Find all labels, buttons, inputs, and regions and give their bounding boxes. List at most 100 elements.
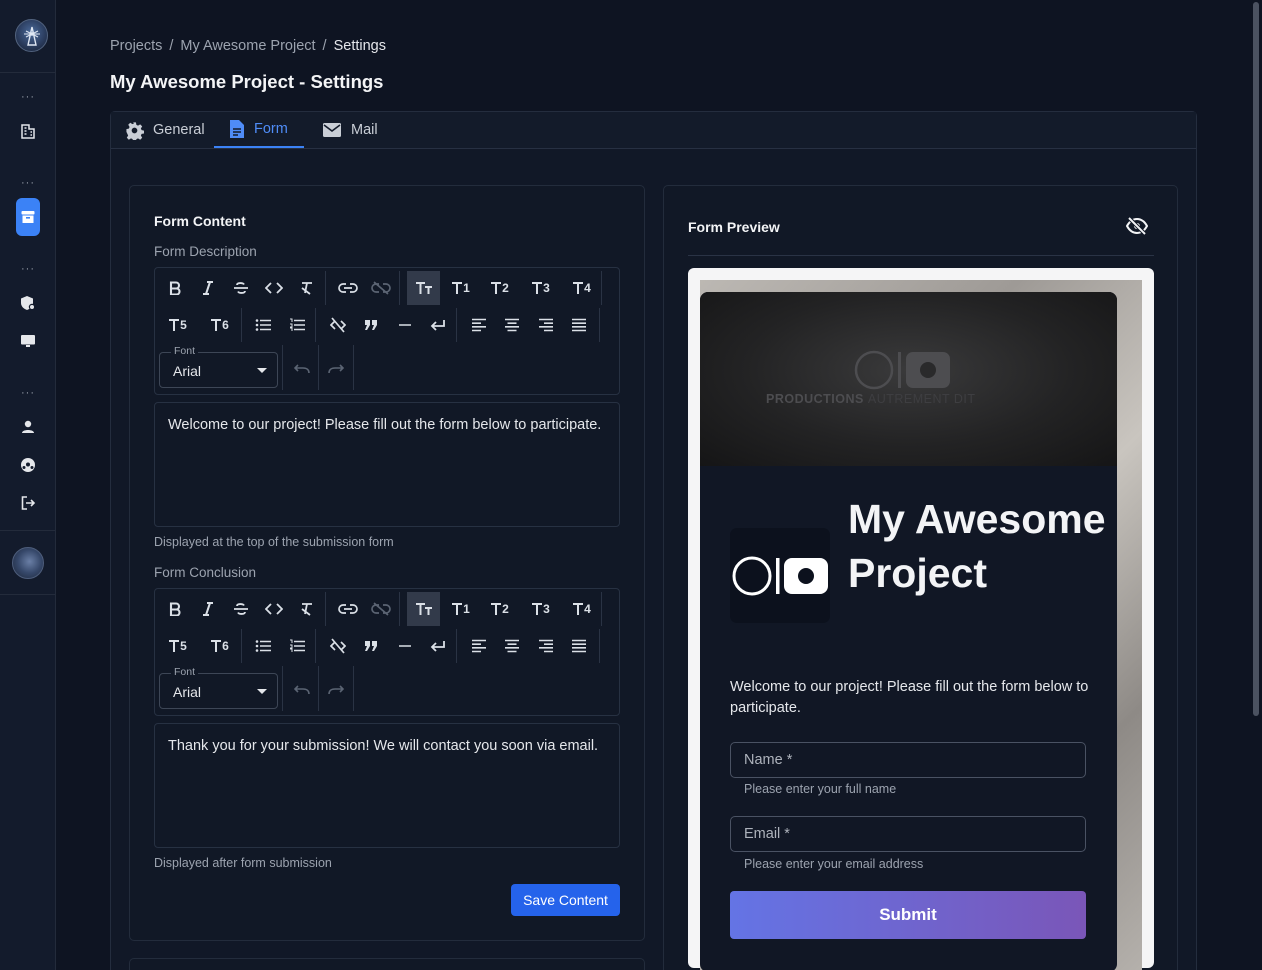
shield-gear-icon[interactable] [19, 294, 37, 312]
blockquote-button[interactable] [354, 308, 387, 342]
heading-5-button[interactable]: 5 [161, 308, 194, 342]
tab-mail[interactable]: Mail [322, 112, 392, 148]
clear-format-icon [300, 282, 312, 295]
logout-icon[interactable] [19, 494, 37, 512]
heading-1-button[interactable]: 1 [444, 271, 477, 305]
ordered-list-button[interactable] [280, 629, 313, 663]
align-left-button[interactable] [462, 629, 495, 663]
bold-button[interactable] [158, 592, 191, 626]
link-button[interactable] [331, 592, 364, 626]
more-dots-icon[interactable]: ··· [20, 264, 36, 275]
align-center-button[interactable] [495, 629, 528, 663]
heading-6-button[interactable]: 6 [203, 629, 236, 663]
align-left-button[interactable] [462, 308, 495, 342]
toolbar-divider [241, 308, 242, 342]
sidebar-divider [0, 594, 56, 595]
more-dots-icon[interactable]: ··· [20, 388, 36, 399]
link-button[interactable] [331, 271, 364, 305]
clear-format-button[interactable] [290, 271, 323, 305]
heading-icon [169, 319, 180, 331]
align-right-button[interactable] [529, 629, 562, 663]
bullet-list-button[interactable] [246, 629, 279, 663]
strikethrough-button[interactable] [224, 592, 257, 626]
align-justify-button[interactable] [562, 308, 595, 342]
more-dots-icon[interactable]: ··· [20, 92, 36, 103]
toolbar-divider [282, 345, 283, 390]
bold-button[interactable] [158, 271, 191, 305]
align-right-button[interactable] [529, 308, 562, 342]
align-justify-button[interactable] [562, 629, 595, 663]
name-input[interactable]: Name * [730, 742, 1086, 778]
heading-5-label: 5 [180, 639, 187, 653]
hard-break-button[interactable] [421, 308, 454, 342]
form-preview-title: Form Preview [688, 219, 780, 235]
tab-form[interactable]: Form [214, 112, 304, 148]
heading-2-button[interactable]: 2 [483, 271, 516, 305]
bullet-list-button[interactable] [246, 308, 279, 342]
text-size-button[interactable] [407, 271, 440, 305]
building-icon[interactable] [19, 122, 37, 140]
heading-3-button[interactable]: 3 [524, 592, 557, 626]
heading-3-button[interactable]: 3 [524, 271, 557, 305]
italic-button[interactable] [191, 271, 224, 305]
strikethrough-button[interactable] [224, 271, 257, 305]
ordered-list-button[interactable] [280, 308, 313, 342]
unlink-icon [370, 602, 391, 616]
heading-2-button[interactable]: 2 [483, 592, 516, 626]
heading-4-button[interactable]: 4 [565, 271, 598, 305]
heading-5-button[interactable]: 5 [161, 629, 194, 663]
heading-6-label: 6 [222, 318, 229, 332]
hard-break-button[interactable] [421, 629, 454, 663]
font-select[interactable]: Font Arial [159, 666, 278, 709]
description-editor[interactable]: Welcome to our project! Please fill out … [154, 402, 620, 527]
undo-icon [293, 685, 310, 695]
email-input[interactable]: Email * [730, 816, 1086, 852]
heading-icon [532, 603, 543, 615]
horizontal-rule-button[interactable] [388, 629, 421, 663]
undo-button[interactable] [285, 352, 318, 386]
toolbar-divider [399, 592, 400, 626]
heading-1-button[interactable]: 1 [444, 592, 477, 626]
heading-6-button[interactable]: 6 [203, 308, 236, 342]
app-logo[interactable] [15, 19, 48, 52]
breadcrumb-projects[interactable]: Projects [110, 38, 162, 54]
blockquote-button[interactable] [354, 629, 387, 663]
align-right-icon [538, 639, 553, 653]
unlink-button[interactable] [364, 592, 397, 626]
redo-button[interactable] [319, 352, 352, 386]
monitor-icon[interactable] [19, 332, 37, 350]
redo-button[interactable] [319, 673, 352, 707]
remove-code-button[interactable] [321, 629, 354, 663]
clear-format-button[interactable] [290, 592, 323, 626]
conclusion-editor[interactable]: Thank you for your submission! We will c… [154, 723, 620, 848]
toolbar-divider [353, 345, 354, 390]
align-left-icon [471, 318, 486, 332]
font-select[interactable]: Font Arial [159, 345, 278, 388]
soccer-ball-icon[interactable] [19, 456, 37, 474]
undo-button[interactable] [285, 673, 318, 707]
remove-code-button[interactable] [321, 308, 354, 342]
code-button[interactable] [257, 592, 290, 626]
tab-bar: General Form Mail [111, 112, 1196, 149]
strikethrough-icon [233, 282, 248, 294]
horizontal-rule-icon [398, 645, 411, 647]
save-content-button[interactable]: Save Content [511, 884, 620, 916]
more-dots-icon[interactable]: ··· [20, 178, 36, 189]
user-avatar[interactable] [12, 547, 44, 579]
archive-icon[interactable] [19, 208, 37, 226]
horizontal-rule-button[interactable] [388, 308, 421, 342]
page-scrollbar[interactable] [1253, 2, 1259, 716]
submit-button[interactable]: Submit [730, 891, 1086, 939]
unlink-button[interactable] [364, 271, 397, 305]
eye-off-icon[interactable] [1125, 216, 1149, 240]
italic-button[interactable] [191, 592, 224, 626]
align-center-button[interactable] [495, 308, 528, 342]
code-icon [264, 282, 283, 294]
code-button[interactable] [257, 271, 290, 305]
user-icon[interactable] [19, 418, 37, 436]
clear-format-icon [300, 603, 312, 616]
text-size-button[interactable] [407, 592, 440, 626]
breadcrumb-project[interactable]: My Awesome Project [180, 38, 315, 54]
heading-4-button[interactable]: 4 [565, 592, 598, 626]
tab-general[interactable]: General [125, 112, 217, 148]
